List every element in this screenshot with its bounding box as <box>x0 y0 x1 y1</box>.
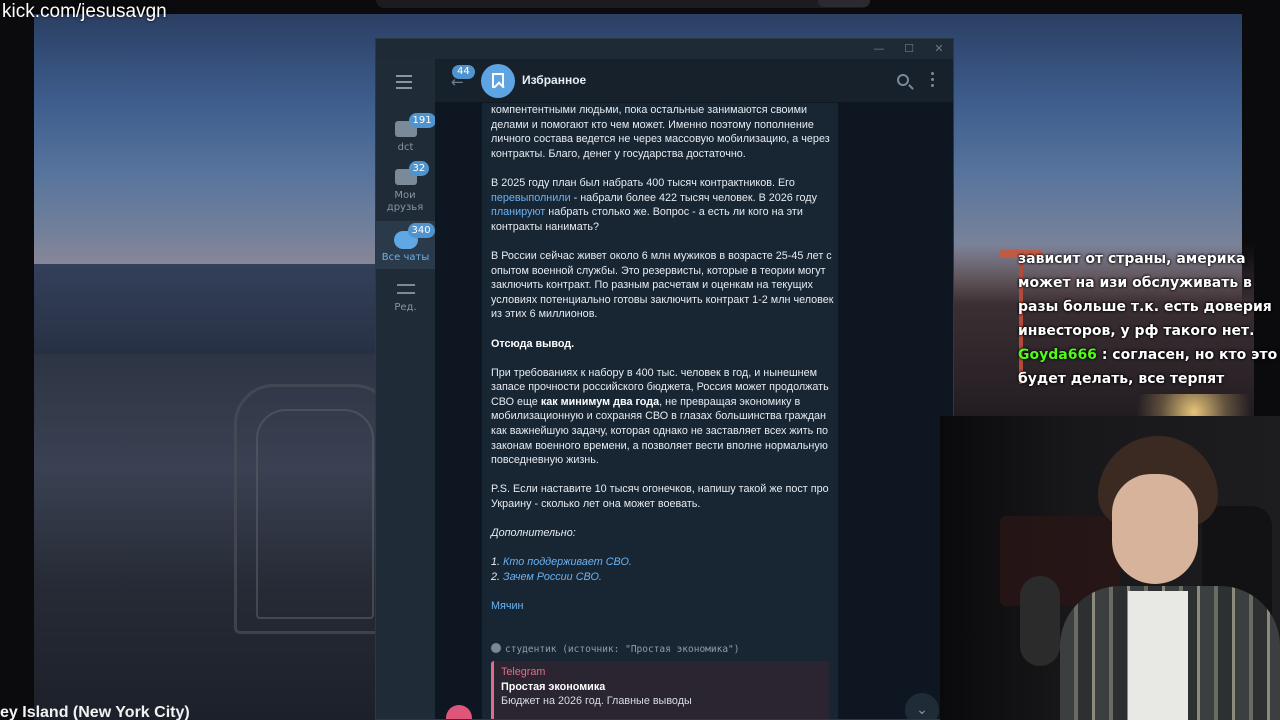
forward-source: студентик (источник: "Простая экономика"… <box>491 643 740 655</box>
microphone <box>1020 576 1060 666</box>
sender-avatar[interactable] <box>446 705 472 719</box>
folders-sidebar: 191 dct 32 Мои друзья 340 Все чаты Ред. <box>376 59 436 719</box>
chats-icon: 340 <box>393 223 435 249</box>
back-unread-badge: 44 <box>452 65 475 79</box>
chat-nickname: Goyda666 <box>1018 347 1097 363</box>
list-number: 2. <box>491 571 504 583</box>
video-caption: ey Island (New York City) <box>0 704 190 720</box>
conclusion-heading: Отсюда вывод. <box>491 337 575 350</box>
folder-all-chats[interactable]: 340 Все чаты <box>376 221 435 269</box>
folder-label: Все чаты <box>381 252 430 263</box>
top-bar-button[interactable] <box>818 0 870 7</box>
bold-text: как минимум два года <box>540 395 660 408</box>
forward-source-text: студентик (источник: "Простая экономика"… <box>505 644 740 655</box>
search-icon[interactable] <box>897 74 909 86</box>
text-span: - набрали более 422 тысяч человек. В 202… <box>570 191 817 204</box>
preview-subtitle: Бюджет на 2026 год. Главные выводы <box>501 695 692 707</box>
unread-badge: 340 <box>407 223 435 238</box>
edit-folders-icon <box>396 281 415 297</box>
white-tshirt <box>1128 591 1188 720</box>
scroll-down-icon[interactable]: ⌄ <box>905 693 939 719</box>
chat-area[interactable]: компентентными людьми, пока остальные за… <box>435 103 953 719</box>
message-paragraph: При требованиях к набору в 400 тыс. чело… <box>491 366 836 468</box>
message-paragraph: компентентными людьми, пока остальные за… <box>491 104 830 160</box>
chat-message: зависит от страны, америка может на изи … <box>1018 251 1272 339</box>
close-button[interactable]: ✕ <box>928 41 950 57</box>
link-overfulfilled[interactable]: перевыполнили <box>491 192 571 204</box>
stream-chat-overlay: зависит от страны, америка может на изи … <box>1018 247 1280 391</box>
message-paragraph: Отсюда вывод. <box>491 337 836 352</box>
folder-label: Мои друзья <box>386 190 424 213</box>
message-paragraph: В России сейчас живет около 6 млн мужико… <box>491 249 834 321</box>
streamer-face <box>1112 474 1198 584</box>
message-paragraph: Дополнительно: <box>491 526 836 541</box>
top-bar <box>376 0 870 8</box>
webcam-feed <box>940 416 1280 720</box>
link-why-russia[interactable]: Зачем России СВО. <box>503 571 602 583</box>
message-paragraph: В 2025 году план был набрать 400 тысяч к… <box>491 176 836 234</box>
folder-my-friends[interactable]: 32 Мои друзья <box>376 161 435 214</box>
unread-badge: 32 <box>408 161 430 176</box>
chat-header: ← 44 Избранное <box>435 59 953 103</box>
list-number: 1. <box>491 556 504 569</box>
preview-title: Простая экономика <box>501 680 606 693</box>
folder-dct[interactable]: 191 dct <box>376 113 436 154</box>
channel-url: kick.com/jesusavgn <box>2 1 167 22</box>
author-signature[interactable]: Мячин <box>491 599 836 614</box>
text-span: В 2025 году план был набрать 400 тысяч к… <box>491 176 795 189</box>
minimize-button[interactable]: — <box>868 41 890 57</box>
link-planned[interactable]: планируют <box>491 206 545 218</box>
bookmark-icon[interactable] <box>481 64 515 98</box>
folder-label: dct <box>397 142 414 153</box>
link-preview[interactable]: Telegram Простая экономика Бюджет на 202… <box>491 661 829 719</box>
person-icon <box>491 643 501 653</box>
telegram-window: — ☐ ✕ 191 dct 32 Мои друзья 340 Все чаты… <box>375 38 954 720</box>
folder-label: Ред. <box>394 302 417 313</box>
link-who-supports[interactable]: Кто поддерживает СВО. <box>503 556 632 568</box>
message-text: компентентными людьми, пока остальные за… <box>491 103 836 628</box>
additional-heading: Дополнительно: <box>491 527 576 540</box>
roller-coaster-inner <box>256 409 374 619</box>
chat-message: Goyda666 : согласен, но кто это будет де… <box>1018 343 1280 391</box>
message-paragraph: P.S. Если наставите 10 тысяч огонечков, … <box>491 483 829 511</box>
unread-badge: 191 <box>408 113 436 128</box>
window-titlebar: — ☐ ✕ <box>376 39 953 59</box>
more-options-icon[interactable] <box>931 72 935 88</box>
folder-edit[interactable]: Ред. <box>376 281 435 314</box>
stream-screen: kick.com/jesusavgn ey Island (New York C… <box>0 0 1280 720</box>
maximize-button[interactable]: ☐ <box>898 41 920 57</box>
chat-title[interactable]: Избранное <box>522 73 586 87</box>
folder-icon: 32 <box>394 161 430 185</box>
menu-icon[interactable] <box>396 75 414 89</box>
folder-icon: 191 <box>394 113 436 137</box>
preview-source: Telegram <box>501 666 546 678</box>
message-paragraph: 1. Кто поддерживает СВО. 2. Зачем России … <box>491 555 836 584</box>
